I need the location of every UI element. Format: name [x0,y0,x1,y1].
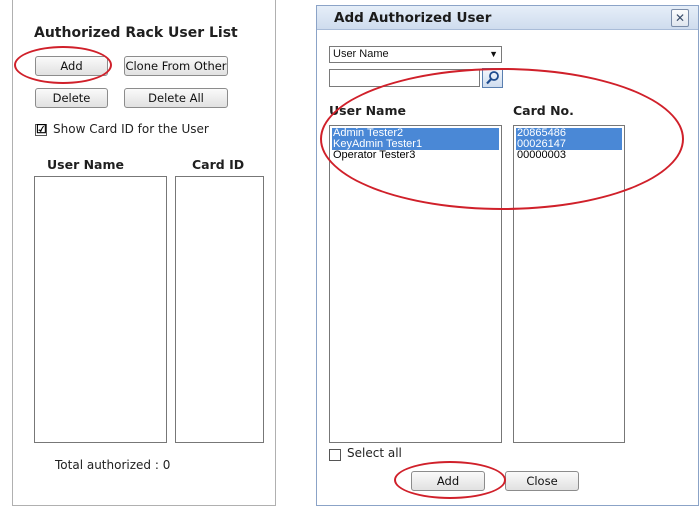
close-dialog-button[interactable]: ✕ [671,9,689,27]
add-button[interactable]: Add [35,56,108,76]
show-card-id-checkbox[interactable]: ☑ [35,122,47,136]
chevron-down-icon: ▼ [489,49,498,59]
show-card-id-label: Show Card ID for the User [53,122,209,136]
total-authorized-label: Total authorized : [55,458,159,472]
authorized-rack-user-panel: Authorized Rack User List Add Clone From… [12,0,276,506]
dialog-add-button[interactable]: Add [411,471,485,491]
dialog-title: Add Authorized User [334,10,492,26]
card-list-item[interactable]: 00000003 [516,150,622,161]
card-id-list[interactable] [175,176,264,443]
dialog-titlebar: Add Authorized User ✕ [317,6,698,30]
select-all-checkbox[interactable] [329,449,341,461]
available-user-list[interactable]: Admin Tester2 KeyAdmin Tester1 Operator Te… [329,125,502,443]
user-name-column-header: User Name [47,157,124,172]
user-name-list[interactable] [34,176,167,443]
card-id-column-header: Card ID [192,157,245,172]
dialog-close-button[interactable]: Close [505,471,579,491]
user-list-item[interactable]: Operator Tester3 [332,150,499,161]
search-button[interactable] [482,68,503,88]
dialog-user-name-header: User Name [329,103,406,118]
total-authorized: Total authorized : 0 [55,458,170,472]
close-icon: ✕ [674,11,686,25]
available-card-list[interactable]: 20865486 00026147 00000003 [513,125,625,443]
filter-field-select[interactable]: User Name ▼ [329,46,502,63]
clone-from-other-button[interactable]: Clone From Other [124,56,228,76]
select-all-label: Select all [347,446,402,460]
add-authorized-user-dialog: Add Authorized User ✕ User Name ▼ User N… [316,5,699,506]
filter-field-value: User Name [333,48,389,60]
delete-all-button[interactable]: Delete All [124,88,228,108]
search-icon [486,71,499,85]
dialog-card-no-header: Card No. [513,103,574,118]
total-authorized-value: 0 [162,458,171,472]
search-input[interactable] [329,69,480,87]
panel-title: Authorized Rack User List [34,25,238,41]
checkmark-icon: ☑ [36,122,47,136]
delete-button[interactable]: Delete [35,88,108,108]
